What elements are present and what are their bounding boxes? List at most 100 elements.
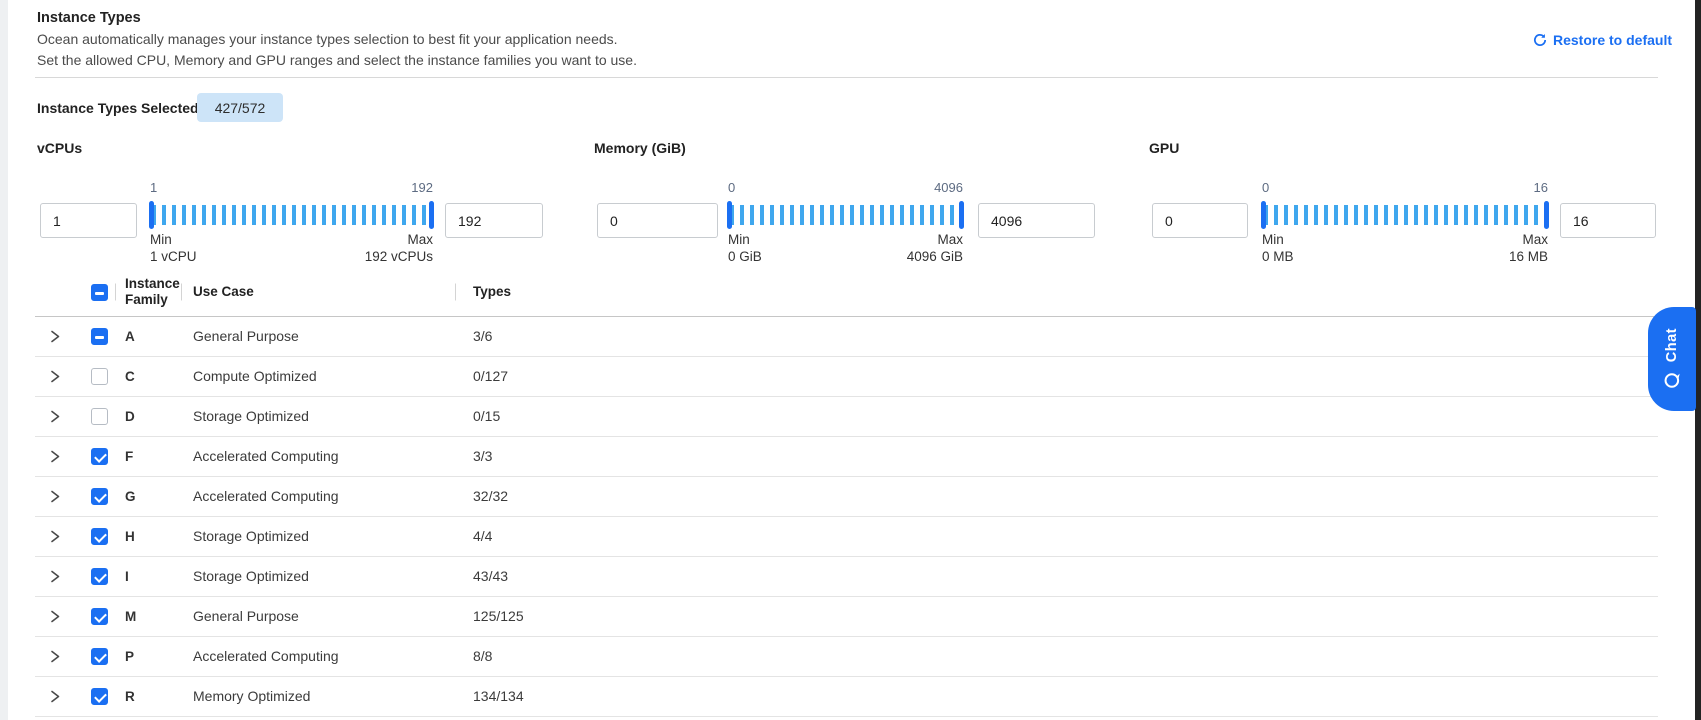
types-cell: 43/43	[473, 568, 508, 584]
instance-family-cell: R	[125, 689, 135, 704]
gpu-slider-min-handle[interactable]	[1261, 201, 1266, 229]
table-row: M General Purpose 125/125	[35, 597, 1658, 637]
restore-to-default-label: Restore to default	[1553, 32, 1672, 48]
memory-slider-min-tick-label: 0	[728, 180, 735, 195]
row-checkbox[interactable]	[91, 648, 108, 665]
gpu-slider[interactable]: 0 16 Min0 MB Max16 MB	[1262, 140, 1548, 265]
row-expand-button[interactable]	[48, 329, 62, 344]
chat-bubble-icon	[1663, 371, 1682, 390]
memory-slider-max-handle[interactable]	[959, 201, 964, 229]
chat-button-label: Chat	[1664, 328, 1680, 362]
vcpus-slider-min-handle[interactable]	[149, 201, 154, 229]
gpu-slider-track[interactable]	[1262, 205, 1548, 225]
row-checkbox[interactable]	[91, 568, 108, 585]
instance-family-cell: I	[125, 569, 129, 584]
table-row: I Storage Optimized 43/43	[35, 557, 1658, 597]
row-expand-button[interactable]	[48, 609, 62, 624]
vcpus-max-caption: Max192 vCPUs	[365, 231, 433, 265]
row-expand-button[interactable]	[48, 449, 62, 464]
vcpus-range-section: vCPUs 1 192 Min1 vCPU Max192 vCPUs	[40, 140, 550, 265]
types-cell: 3/3	[473, 448, 492, 464]
memory-slider-track[interactable]	[728, 205, 963, 225]
memory-min-caption: Min0 GiB	[728, 231, 762, 265]
row-expand-button[interactable]	[48, 489, 62, 504]
gpu-min-input[interactable]	[1152, 203, 1248, 238]
gpu-range-section: GPU 0 16 Min0 MB Max16 MB	[1152, 140, 1657, 265]
types-cell: 32/32	[473, 488, 508, 504]
instance-family-cell: F	[125, 449, 133, 464]
chat-button[interactable]: Chat	[1648, 307, 1696, 411]
chevron-right-icon	[48, 529, 62, 544]
use-case-cell: Accelerated Computing	[193, 648, 339, 664]
types-cell: 0/15	[473, 408, 500, 424]
gpu-max-caption: Max16 MB	[1509, 231, 1548, 265]
use-case-cell: Accelerated Computing	[193, 488, 339, 504]
memory-max-input[interactable]	[978, 203, 1095, 238]
column-separator	[115, 284, 116, 301]
vcpus-slider-min-tick-label: 1	[150, 180, 157, 195]
page-title: Instance Types	[37, 10, 141, 26]
row-expand-button[interactable]	[48, 649, 62, 664]
gpu-slider-min-tick-label: 0	[1262, 180, 1269, 195]
instance-family-cell: D	[125, 409, 135, 424]
instance-family-cell: H	[125, 529, 135, 544]
row-checkbox[interactable]	[91, 688, 108, 705]
chevron-right-icon	[48, 689, 62, 704]
chevron-right-icon	[48, 449, 62, 464]
instance-family-table: Instance Family Use Case Types A Ge	[35, 268, 1658, 717]
memory-min-input[interactable]	[597, 203, 718, 238]
column-separator	[455, 284, 456, 301]
vcpus-max-input[interactable]	[445, 203, 543, 238]
chevron-right-icon	[48, 649, 62, 664]
memory-max-caption: Max4096 GiB	[907, 231, 963, 265]
memory-slider-min-handle[interactable]	[727, 201, 732, 229]
chevron-right-icon	[48, 489, 62, 504]
vcpus-min-input[interactable]	[40, 203, 137, 238]
row-checkbox[interactable]	[91, 408, 108, 425]
chevron-right-icon	[48, 569, 62, 584]
row-checkbox[interactable]	[91, 488, 108, 505]
types-cell: 3/6	[473, 328, 492, 344]
table-row: A General Purpose 3/6	[35, 317, 1658, 357]
instance-family-cell: A	[125, 329, 135, 344]
header-divider	[35, 77, 1658, 78]
vcpus-slider-track[interactable]	[150, 205, 433, 225]
table-row: H Storage Optimized 4/4	[35, 517, 1658, 557]
row-checkbox[interactable]	[91, 608, 108, 625]
row-checkbox[interactable]	[91, 328, 108, 345]
types-cell: 125/125	[473, 608, 524, 624]
types-cell: 134/134	[473, 688, 524, 704]
column-separator	[181, 284, 182, 301]
use-case-cell: General Purpose	[193, 608, 299, 624]
page-left-gutter	[0, 0, 8, 720]
page-description-line2: Set the allowed CPU, Memory and GPU rang…	[37, 52, 637, 68]
types-cell: 8/8	[473, 648, 492, 664]
row-checkbox[interactable]	[91, 448, 108, 465]
column-header-types: Types	[455, 284, 1658, 300]
vcpus-slider-max-tick-label: 192	[411, 180, 433, 195]
instance-family-cell: M	[125, 609, 136, 624]
use-case-cell: Storage Optimized	[193, 408, 309, 424]
vcpus-label: vCPUs	[37, 140, 82, 156]
row-expand-button[interactable]	[48, 689, 62, 704]
instance-family-table-body: A General Purpose 3/6 C Compute Optimize…	[35, 317, 1658, 717]
memory-slider[interactable]: 0 4096 Min0 GiB Max4096 GiB	[728, 140, 963, 265]
row-expand-button[interactable]	[48, 409, 62, 424]
select-all-checkbox[interactable]	[91, 284, 108, 301]
instance-types-selected-label: Instance Types Selected:	[37, 100, 203, 116]
gpu-label: GPU	[1149, 140, 1179, 156]
vcpus-slider[interactable]: 1 192 Min1 vCPU Max192 vCPUs	[150, 140, 433, 265]
row-expand-button[interactable]	[48, 369, 62, 384]
row-checkbox[interactable]	[91, 528, 108, 545]
refresh-icon	[1533, 33, 1547, 47]
gpu-max-input[interactable]	[1560, 203, 1656, 238]
restore-to-default-button[interactable]: Restore to default	[1533, 32, 1672, 48]
use-case-cell: General Purpose	[193, 328, 299, 344]
vcpus-slider-max-handle[interactable]	[429, 201, 434, 229]
gpu-slider-max-handle[interactable]	[1544, 201, 1549, 229]
row-expand-button[interactable]	[48, 569, 62, 584]
gpu-slider-max-tick-label: 16	[1534, 180, 1548, 195]
row-expand-button[interactable]	[48, 529, 62, 544]
memory-range-section: Memory (GiB) 0 4096 Min0 GiB Max4096 GiB	[597, 140, 1097, 265]
row-checkbox[interactable]	[91, 368, 108, 385]
